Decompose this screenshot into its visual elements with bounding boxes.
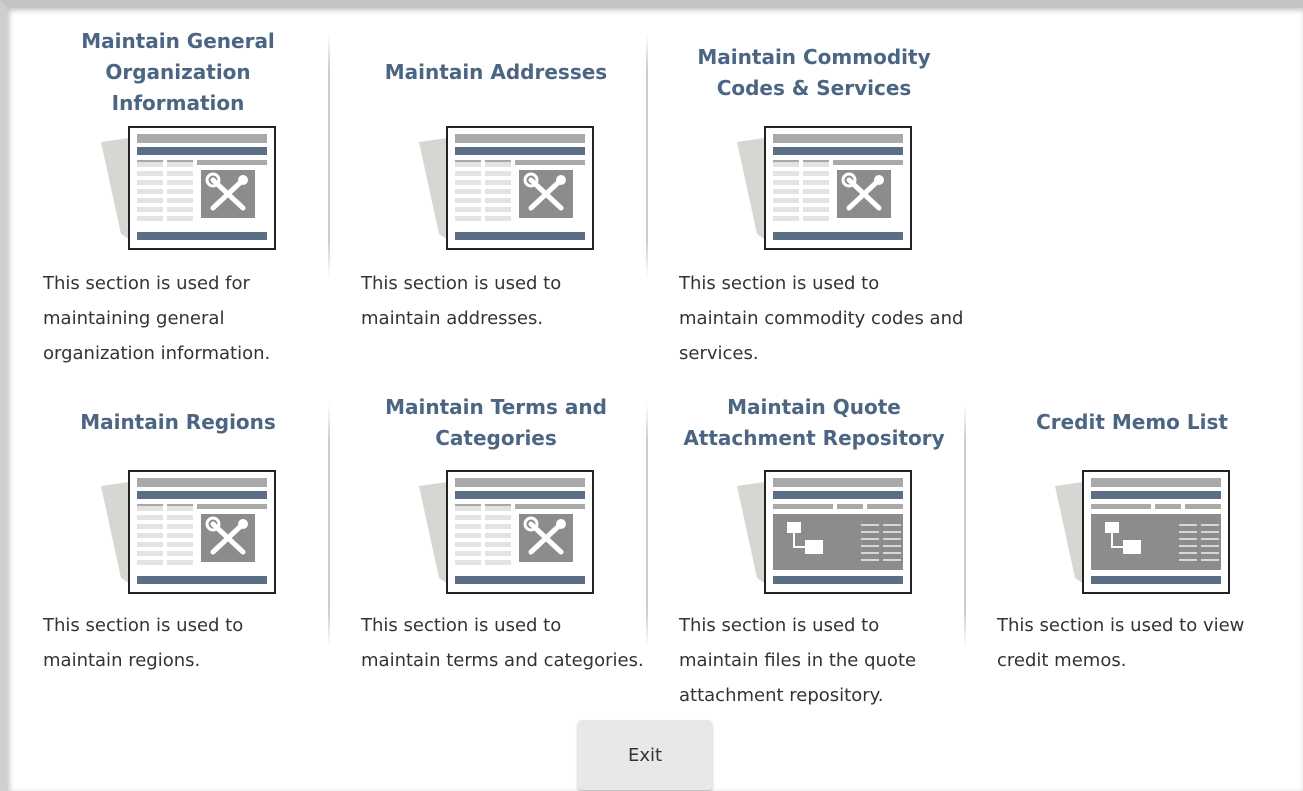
column-divider [328,403,330,648]
column-divider [964,403,966,648]
tile-description: This section is used to maintain commodi… [679,273,964,364]
tile-credit-memo[interactable]: Credit Memo List This section is used to… [973,358,1291,718]
tile-commodity-codes[interactable]: Maintain Commodity Codes & Services This… [655,8,973,368]
tile-title[interactable]: Maintain General Organization Informatio… [19,25,337,120]
tools-page-icon[interactable] [99,468,279,596]
tile-addresses[interactable]: Maintain Addresses This section is used … [337,8,655,368]
exit-button[interactable]: Exit [578,720,712,790]
tile-quote-attachment[interactable]: Maintain Quote Attachment Repository Thi… [655,358,973,718]
settings-panel: Maintain General Organization Informatio… [0,0,1303,791]
tools-page-icon[interactable] [99,124,279,252]
tools-page-icon[interactable] [417,468,597,596]
column-divider [646,403,648,648]
tile-title[interactable]: Maintain Regions [19,375,337,470]
tile-title[interactable]: Credit Memo List [973,375,1291,470]
tile-title[interactable]: Maintain Commodity Codes & Services [655,25,973,120]
folder-page-icon[interactable] [1053,468,1233,596]
folder-page-icon[interactable] [735,468,915,596]
tile-description: This section is used for maintaining gen… [43,273,271,364]
tile-description: This section is used to maintain terms a… [361,615,644,671]
tile-terms-categories[interactable]: Maintain Terms and Categories This secti… [337,358,655,718]
tile-description: This section is used to maintain address… [361,273,562,329]
tools-page-icon[interactable] [417,124,597,252]
tile-description: This section is used to maintain files i… [679,615,917,706]
tile-general-organization[interactable]: Maintain General Organization Informatio… [19,8,337,368]
tile-regions[interactable]: Maintain Regions This section is used to… [19,358,337,718]
column-divider [328,33,330,278]
tile-title[interactable]: Maintain Terms and Categories [337,375,655,470]
column-divider [646,33,648,278]
tile-description: This section is used to view credit memo… [997,615,1245,671]
tile-title[interactable]: Maintain Quote Attachment Repository [655,375,973,470]
tile-description: This section is used to maintain regions… [43,615,244,671]
tile-title[interactable]: Maintain Addresses [337,25,655,120]
tools-page-icon[interactable] [735,124,915,252]
